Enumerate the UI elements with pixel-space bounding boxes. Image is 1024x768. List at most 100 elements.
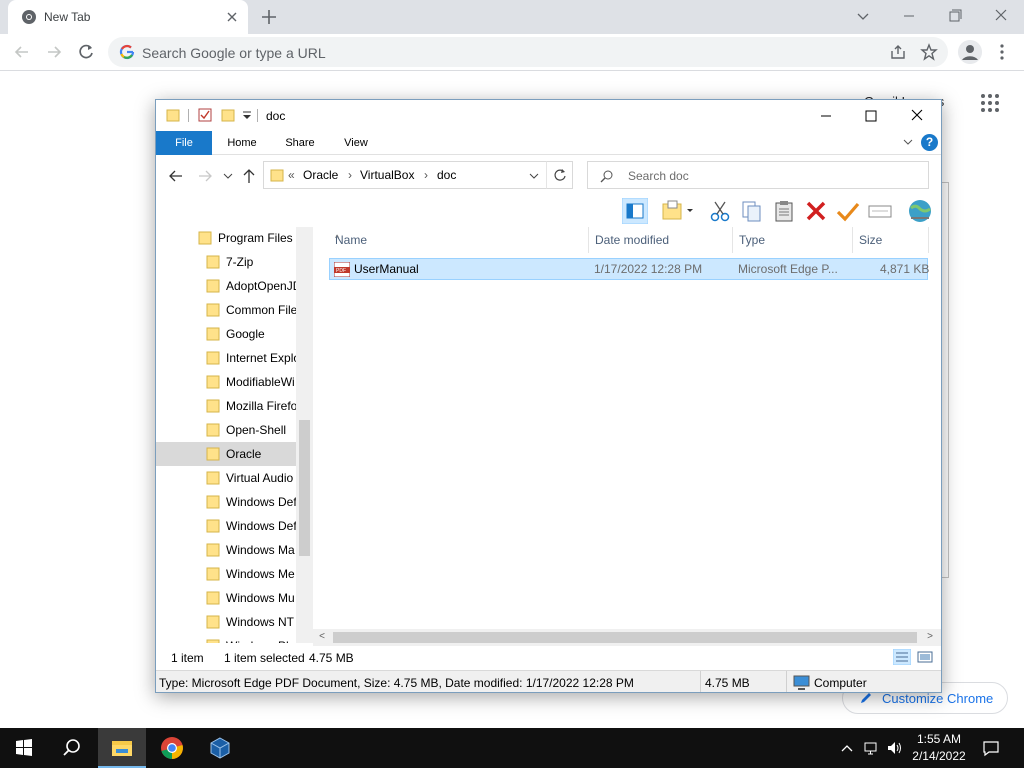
breadcrumb-overflow[interactable]: « [288,168,295,182]
nav-item[interactable]: Windows Pho [156,634,296,643]
back-icon[interactable] [167,167,185,185]
column-type[interactable]: Type [733,227,851,253]
cut-icon[interactable] [707,198,733,224]
rename-icon[interactable] [867,198,893,224]
breadcrumb-doc[interactable]: doc [437,168,456,182]
nav-item[interactable]: AdoptOpenJD [156,274,296,298]
nav-item[interactable]: Oracle [156,442,296,466]
horizontal-scrollbar[interactable]: < > [313,629,941,646]
tab-file[interactable]: File [156,131,212,155]
chrome-menu-icon[interactable] [994,42,1010,62]
windows-start-icon [16,739,32,756]
expand-ribbon-icon[interactable] [902,136,914,148]
new-folder-dropdown-icon[interactable] [660,198,696,224]
address-bar[interactable]: « Oracle › VirtualBox › doc [263,161,573,189]
share-icon[interactable] [889,43,907,61]
refresh-button[interactable] [546,161,573,189]
nav-item[interactable]: Windows Ma [156,538,296,562]
nav-item[interactable]: Windows Mu [156,586,296,610]
file-list: Name ^ Date modified Type Size PDF UserM… [313,227,941,643]
folder-icon [206,327,220,341]
taskbar-search-button[interactable] [48,728,96,768]
reload-icon[interactable] [76,42,96,62]
tab-view[interactable]: View [332,131,380,155]
network-icon[interactable] [863,740,879,756]
column-size[interactable]: Size [853,227,929,253]
nav-item[interactable]: Windows Def [156,490,296,514]
forward-icon[interactable] [196,167,214,185]
nav-item[interactable]: Virtual Audio [156,466,296,490]
nav-pane-scrollbar[interactable] [296,227,313,643]
nav-item[interactable]: Windows Def [156,514,296,538]
properties-icon[interactable] [198,108,212,122]
help-icon[interactable]: ? [921,134,938,151]
taskbar-chrome[interactable] [148,728,196,768]
nav-item[interactable]: Open-Shell [156,418,296,442]
delete-icon[interactable] [803,198,829,224]
close-window-button[interactable] [990,6,1012,26]
status-bar: 1 item 1 item selected 4.75 MB [156,646,941,668]
nav-item[interactable]: Program Files [156,227,296,250]
system-clock[interactable]: 1:55 AM 2/14/2022 [906,731,972,765]
nav-item-label: Open-Shell [226,423,287,437]
column-name[interactable]: Name ^ [329,227,589,253]
scroll-right-icon[interactable]: > [923,630,937,644]
back-icon[interactable] [12,42,32,62]
nav-item[interactable]: Windows Me [156,562,296,586]
column-divider[interactable] [928,227,929,253]
breadcrumb-virtualbox[interactable]: VirtualBox [360,168,414,182]
nav-item[interactable]: Common File [156,298,296,322]
tab-search-icon[interactable] [852,6,874,26]
new-folder-icon[interactable] [221,108,235,122]
tab-home[interactable]: Home [218,131,266,155]
forward-icon[interactable] [44,42,64,62]
folder-icon [270,169,284,182]
preview-pane-icon[interactable] [622,198,648,224]
close-tab-icon[interactable] [223,8,241,26]
show-hidden-icons-icon[interactable] [839,740,855,756]
maximize-button[interactable] [860,106,882,126]
copy-icon[interactable] [739,198,765,224]
nav-item[interactable]: 7-Zip [156,250,296,274]
scroll-left-icon[interactable]: < [315,630,329,644]
restore-button[interactable] [944,6,966,26]
column-date-modified[interactable]: Date modified [589,227,733,253]
minimize-button[interactable] [898,6,920,26]
large-icons-view-icon[interactable] [916,649,934,665]
tab-share[interactable]: Share [276,131,324,155]
window-title: doc [266,109,286,123]
nav-item[interactable]: Google [156,322,296,346]
network-globe-icon[interactable] [907,198,933,224]
paste-icon[interactable] [771,198,797,224]
details-view-icon[interactable] [893,649,911,665]
notification-icon[interactable] [982,739,1000,757]
nav-item[interactable]: Mozilla Firefo [156,394,296,418]
scrollbar-thumb[interactable] [299,420,310,556]
close-window-button[interactable] [906,106,928,126]
profile-avatar-icon[interactable] [958,40,982,64]
nav-item[interactable]: ModifiableWi [156,370,296,394]
file-row-usermanual[interactable]: PDF UserManual 1/17/2022 12:28 PM Micros… [329,258,929,280]
scrollbar-thumb[interactable] [333,632,917,643]
minimize-button[interactable] [815,106,837,126]
folder-icon [206,543,220,557]
start-button[interactable] [0,728,48,768]
breadcrumb-oracle[interactable]: Oracle [303,168,338,182]
taskbar-virtualbox[interactable] [196,728,244,768]
volume-icon[interactable] [886,740,902,756]
google-apps-icon[interactable] [980,93,1000,113]
omnibox[interactable]: Search Google or type a URL [108,37,948,67]
computer-icon [793,675,810,690]
nav-item[interactable]: Internet Explo [156,346,296,370]
recent-locations-icon[interactable] [222,167,234,185]
search-input[interactable]: Search doc [587,161,929,189]
address-dropdown-icon[interactable] [528,170,540,182]
customize-qa-toolbar-icon[interactable] [240,108,254,122]
new-tab-button[interactable] [259,7,279,27]
nav-item[interactable]: Windows NT [156,610,296,634]
tab-new-tab[interactable]: New Tab [8,0,248,34]
up-folder-icon[interactable] [240,167,258,185]
properties-check-icon[interactable] [835,198,861,224]
bookmark-star-icon[interactable] [920,43,938,61]
taskbar-file-explorer[interactable] [98,728,146,768]
